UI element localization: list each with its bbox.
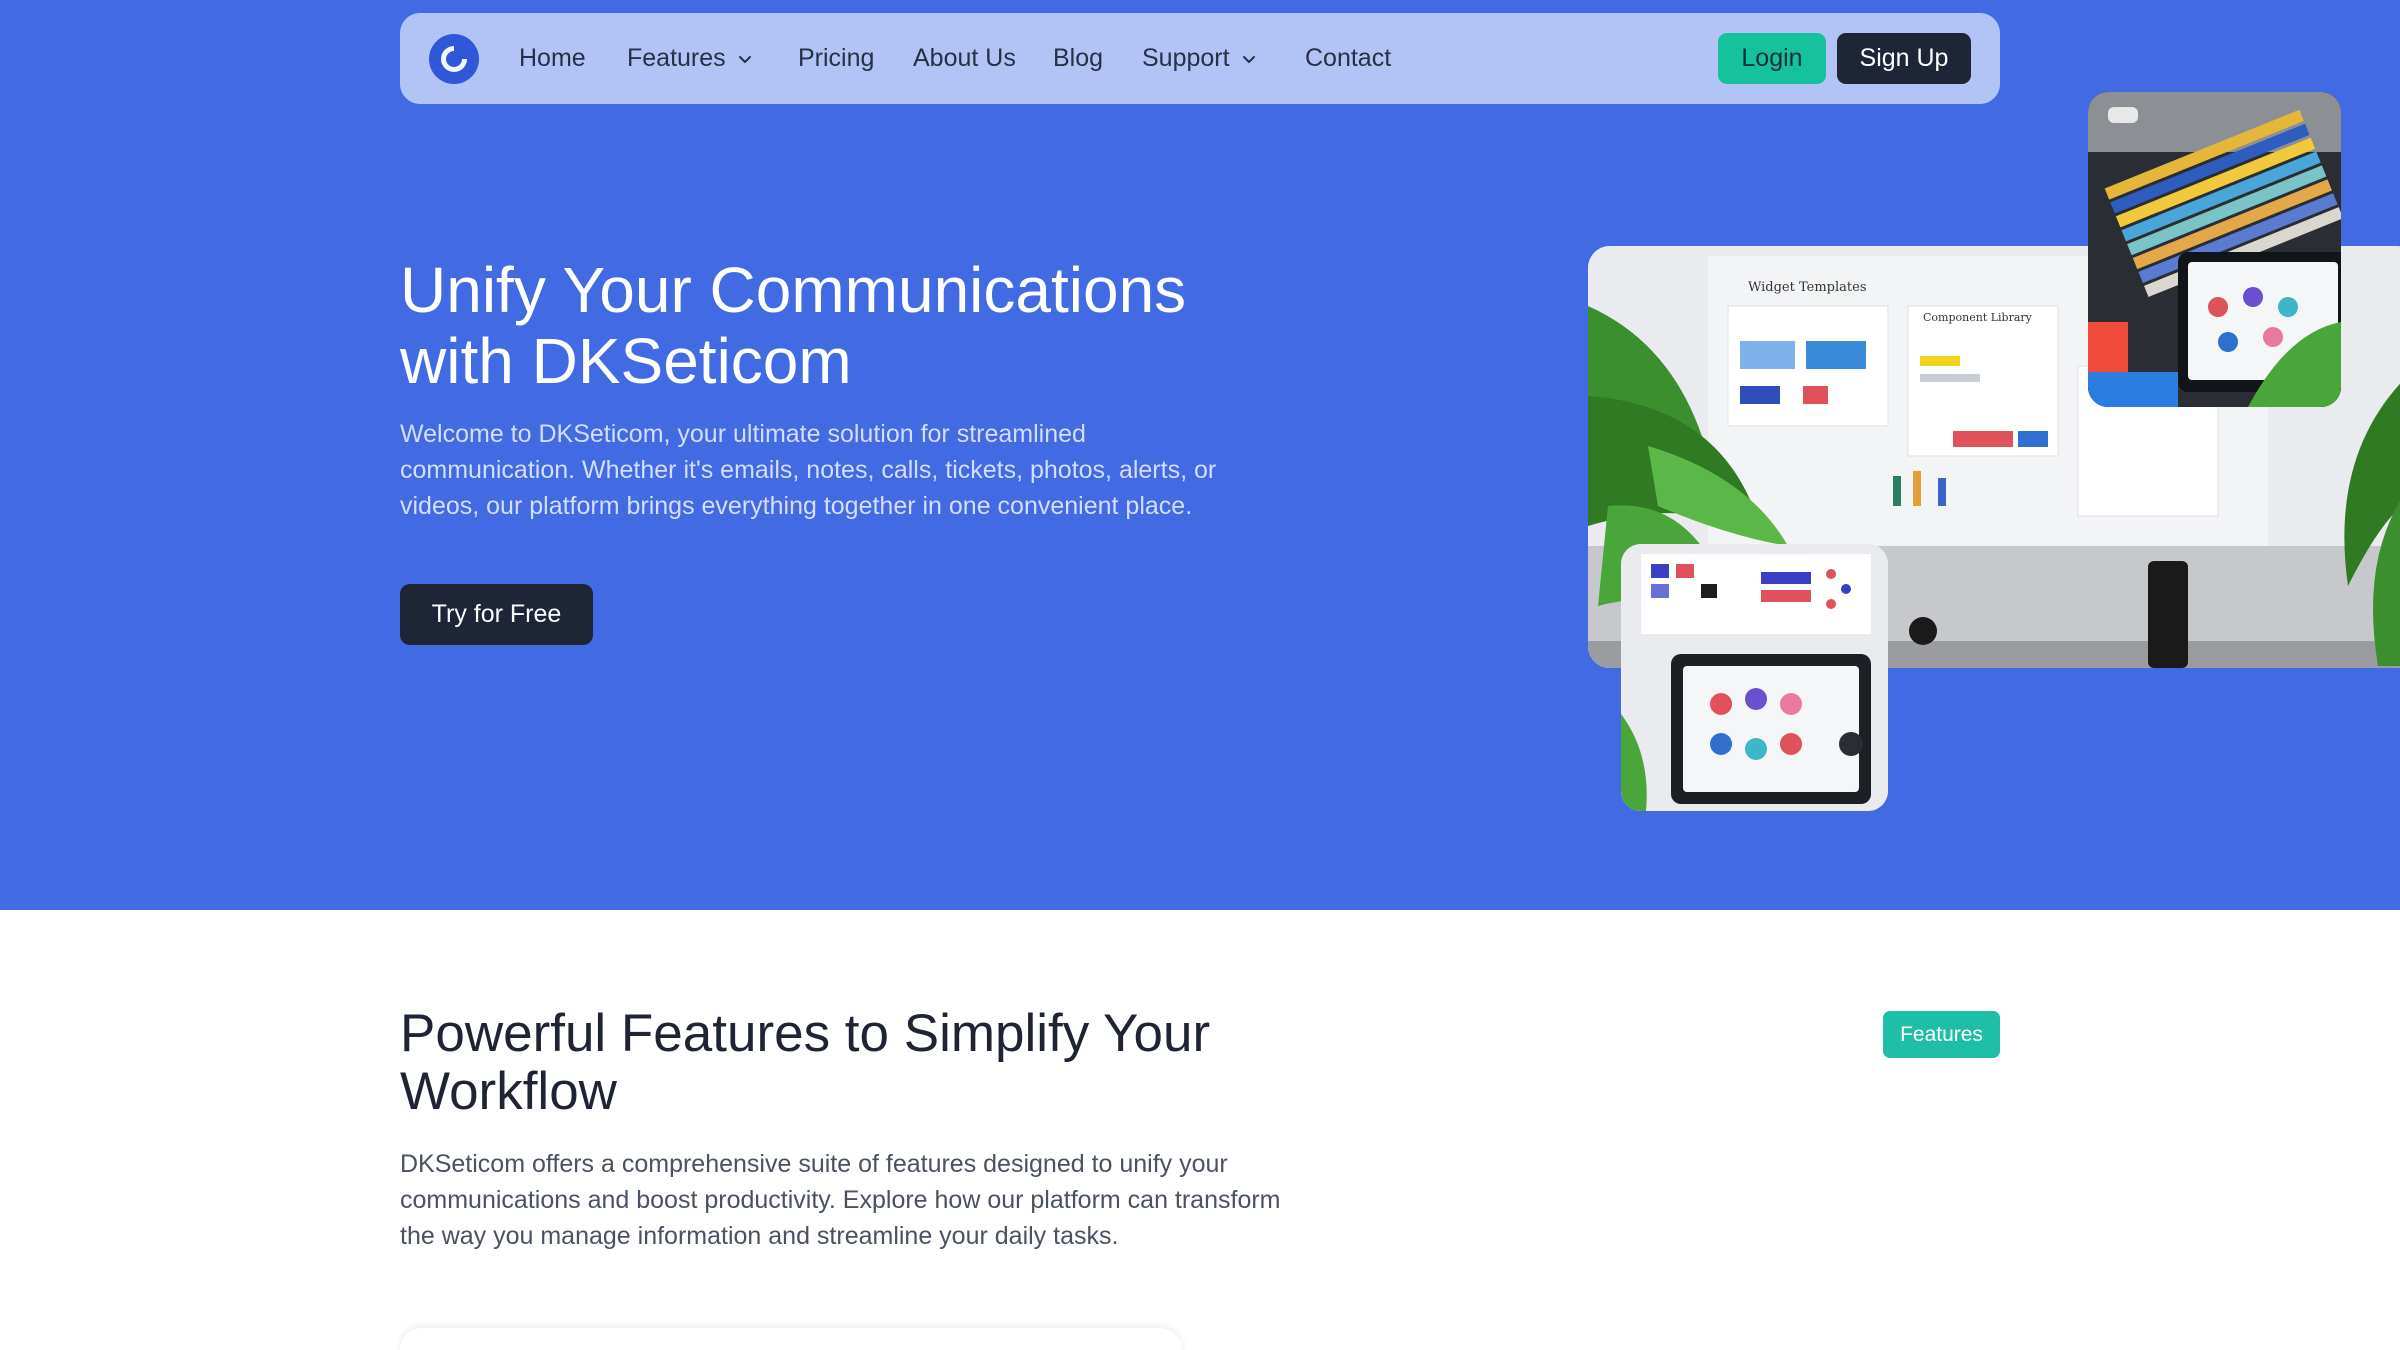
nav-item-home[interactable]: Home bbox=[519, 13, 586, 104]
chevron-down-icon bbox=[738, 55, 751, 63]
nav-label: Features bbox=[627, 44, 726, 72]
hero-image-swatches bbox=[2088, 92, 2341, 407]
try-for-free-button[interactable]: Try for Free bbox=[400, 584, 593, 645]
nav-label: Contact bbox=[1305, 44, 1392, 72]
features-title: Powerful Features to Simplify Your Workf… bbox=[400, 1004, 1211, 1121]
features-description: DKSeticom offers a comprehensive suite o… bbox=[400, 1150, 1281, 1250]
hero-title-line-1: Unify Your Communications bbox=[400, 254, 1187, 326]
widget-templates-caption: Widget Templates bbox=[1748, 280, 1867, 295]
nav-item-about-us[interactable]: About Us bbox=[913, 13, 1016, 104]
hero-title-line-2: with DKSeticom bbox=[400, 325, 852, 397]
chevron-down-icon bbox=[1242, 55, 1255, 63]
feature-card bbox=[400, 1328, 1182, 1350]
nav-item-pricing[interactable]: Pricing bbox=[798, 13, 874, 104]
nav-label: Home bbox=[519, 44, 586, 72]
nav-item-support[interactable]: Support bbox=[1142, 13, 1258, 104]
nav-item-contact[interactable]: Contact bbox=[1305, 13, 1391, 104]
nav-item-blog[interactable]: Blog bbox=[1053, 13, 1103, 104]
nav-label: Blog bbox=[1053, 44, 1104, 72]
component-library-caption: Component Library bbox=[1923, 311, 2033, 324]
nav-label: Support bbox=[1142, 44, 1230, 72]
features-badge: Features bbox=[1883, 1011, 2000, 1058]
logo-icon[interactable] bbox=[428, 33, 480, 85]
signup-button[interactable]: Sign Up bbox=[1837, 33, 1971, 84]
nav-label: About Us bbox=[913, 44, 1016, 72]
nav-item-features[interactable]: Features bbox=[627, 13, 754, 104]
nav-label: Pricing bbox=[798, 44, 875, 72]
hero-image-tablet bbox=[1621, 544, 1888, 811]
navbar: Home Features Pricing About Us Blog Supp… bbox=[400, 13, 2000, 104]
hero-description: Welcome to DKSeticom, your ultimate solu… bbox=[400, 420, 1217, 520]
hero-section: Home Features Pricing About Us Blog Supp… bbox=[0, 0, 2400, 910]
login-button[interactable]: Login bbox=[1718, 33, 1826, 84]
hero-title: Unify Your Communications with DKSeticom bbox=[400, 255, 1300, 397]
